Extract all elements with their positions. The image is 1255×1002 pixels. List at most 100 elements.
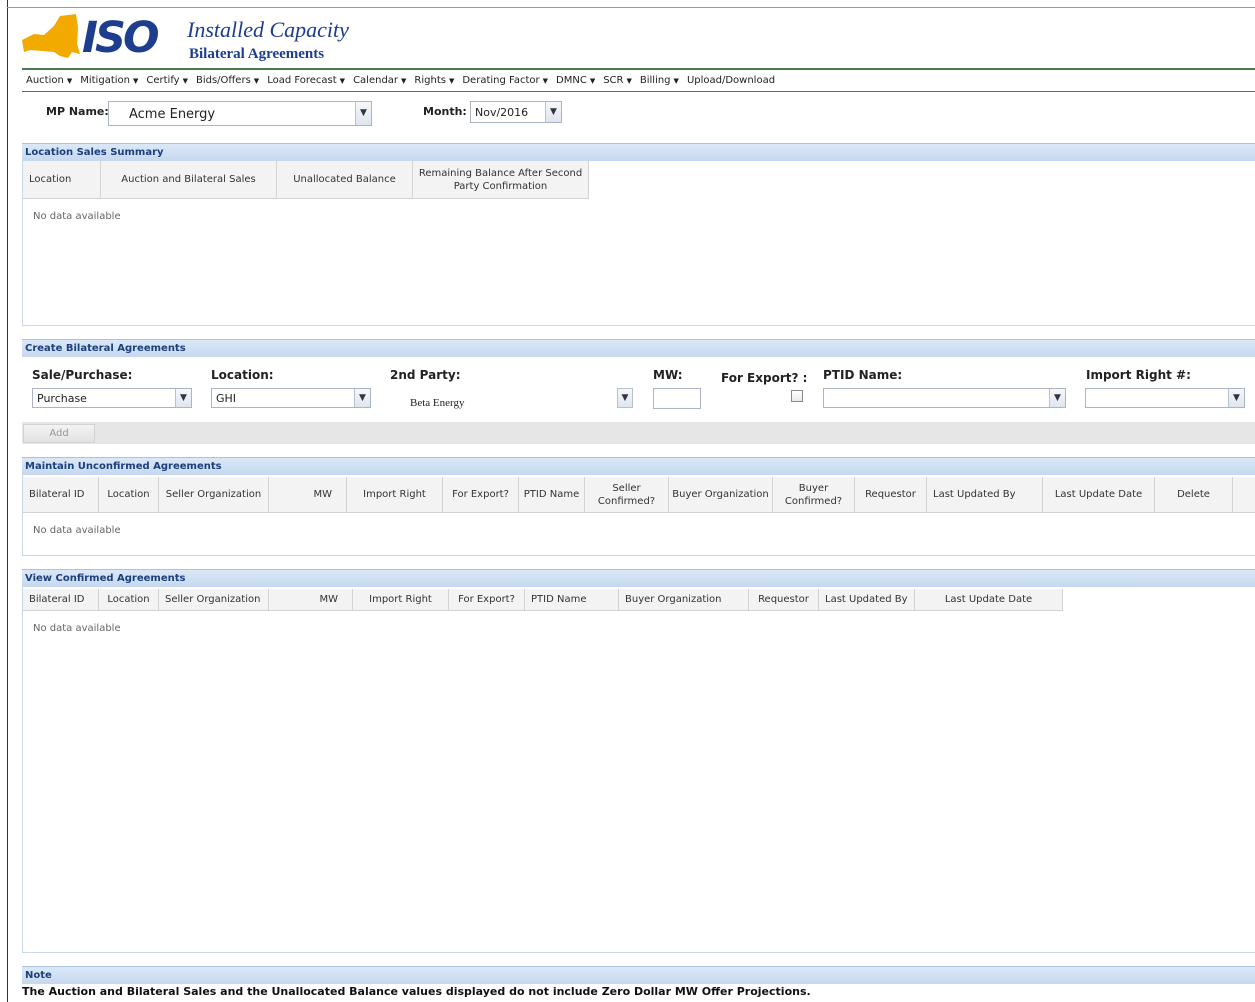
confirmed-grid-header: Bilateral ID Location Seller Organizatio… <box>23 589 1063 611</box>
column-header[interactable]: Last Update Date <box>1043 477 1155 512</box>
month-select[interactable]: Nov/2016 ▼ <box>470 101 562 123</box>
column-header[interactable]: Last Update Date <box>915 589 1063 610</box>
column-header[interactable]: Requestor <box>855 477 927 512</box>
note-header: Note <box>22 966 1255 984</box>
column-header[interactable]: Buyer Confirmed? <box>773 477 855 512</box>
sale-purchase-label: Sale/Purchase: <box>32 368 133 382</box>
empty-state: No data available <box>33 623 121 634</box>
column-header[interactable]: Seller Organization <box>159 477 269 512</box>
month-label: Month: <box>423 105 467 118</box>
create-actions-strip <box>22 422 1255 444</box>
menu-item-label: SCR <box>603 75 624 86</box>
mw-label: MW: <box>653 368 683 382</box>
sale-purchase-value: Purchase <box>37 392 87 405</box>
menu-item-label: Bids/Offers <box>195 75 251 86</box>
mp-name-select[interactable]: Acme Energy ▼ <box>108 101 372 126</box>
menu-item-auction[interactable]: Auction ▼ <box>26 75 72 86</box>
chevron-down-icon[interactable]: ▼ <box>1228 389 1244 407</box>
mp-name-label: MP Name: <box>46 105 109 118</box>
unconfirmed-agreements-header: Maintain Unconfirmed Agreements <box>22 457 1255 475</box>
location-sales-summary-panel: Location Auction and Bilateral Sales Una… <box>22 161 1255 326</box>
menu-item-scr[interactable]: SCR ▼ <box>603 75 632 86</box>
column-header[interactable]: Buyer Organization <box>619 589 749 610</box>
column-header[interactable]: Location <box>99 477 159 512</box>
column-header[interactable]: PTID Name <box>519 477 585 512</box>
location-sales-summary-header: Location Sales Summary <box>22 143 1255 161</box>
column-header[interactable]: Import Right <box>347 477 443 512</box>
location-sales-summary-grid-header: Location Auction and Bilateral Sales Una… <box>23 161 589 199</box>
caret-down-icon: ▼ <box>182 77 188 85</box>
app-title: Installed Capacity <box>187 17 349 42</box>
column-header[interactable]: Auction and Bilateral Sales <box>101 161 277 198</box>
second-party-dropdown[interactable]: ▼ <box>614 388 633 408</box>
chevron-down-icon[interactable]: ▼ <box>545 102 561 122</box>
confirmed-agreements-panel: Bilateral ID Location Seller Organizatio… <box>22 587 1255 953</box>
chevron-down-icon[interactable]: ▼ <box>175 389 191 407</box>
confirmed-agreements-header: View Confirmed Agreements <box>22 569 1255 587</box>
menu-item-load-forecast[interactable]: Load Forecast ▼ <box>267 75 345 86</box>
column-header[interactable]: Last Updated By <box>819 589 915 610</box>
sale-purchase-select[interactable]: Purchase ▼ <box>32 388 192 408</box>
second-party-value[interactable]: Beta Energy <box>410 397 464 409</box>
column-header[interactable]: Unallocated Balance <box>277 161 413 198</box>
menu-item-label: Certify <box>146 75 180 86</box>
column-header[interactable]: Import Right <box>353 589 449 610</box>
second-party-label: 2nd Party: <box>390 368 461 382</box>
column-header-spacer <box>1233 477 1255 512</box>
ptid-name-select[interactable]: ▼ <box>823 388 1066 408</box>
menu-item-mitigation[interactable]: Mitigation ▼ <box>80 75 138 86</box>
menu-item-certify[interactable]: Certify ▼ <box>146 75 188 86</box>
menu-item-label: Rights <box>414 75 446 86</box>
new-york-state-map-icon <box>22 14 80 58</box>
column-header[interactable]: MW <box>269 589 353 610</box>
caret-down-icon: ▼ <box>339 77 346 85</box>
column-header[interactable]: Delete <box>1155 477 1233 512</box>
location-value: GHI <box>216 392 237 405</box>
menu-item-label: Upload/Download <box>686 75 776 86</box>
import-right-select[interactable]: ▼ <box>1085 388 1245 408</box>
menu-item-derating-factor[interactable]: Derating Factor ▼ <box>462 75 548 86</box>
menu-item-upload-download[interactable]: Upload/Download <box>687 75 775 86</box>
column-header[interactable]: PTID Name <box>525 589 619 610</box>
menu-item-rights[interactable]: Rights ▼ <box>414 75 454 86</box>
caret-down-icon: ▼ <box>542 77 549 85</box>
window-top-border <box>7 7 1255 8</box>
month-value: Nov/2016 <box>475 106 529 119</box>
menu-item-label: Auction <box>26 75 64 86</box>
chevron-down-icon[interactable]: ▼ <box>355 102 371 125</box>
column-header[interactable]: MW <box>269 477 347 512</box>
menu-item-label: Derating Factor <box>462 75 540 86</box>
menu-item-dmnc[interactable]: DMNC ▼ <box>556 75 595 86</box>
column-header[interactable]: Bilateral ID <box>23 589 99 610</box>
caret-down-icon: ▼ <box>253 77 260 85</box>
column-header[interactable]: Remaining Balance After Second Party Con… <box>413 161 589 198</box>
column-header[interactable]: Seller Confirmed? <box>585 477 669 512</box>
create-bilateral-agreements-header: Create Bilateral Agreements <box>22 339 1255 357</box>
menu-item-label: Calendar <box>353 75 399 86</box>
column-header[interactable]: Location <box>23 161 101 198</box>
chevron-down-icon[interactable]: ▼ <box>617 388 633 408</box>
add-button[interactable]: Add <box>23 424 95 443</box>
for-export-checkbox[interactable] <box>791 390 803 402</box>
column-header[interactable]: Seller Organization <box>159 589 269 610</box>
chevron-down-icon[interactable]: ▼ <box>1049 389 1065 407</box>
column-header[interactable]: Bilateral ID <box>23 477 99 512</box>
mw-input[interactable] <box>653 388 701 409</box>
menu-item-bids-offers[interactable]: Bids/Offers ▼ <box>196 75 259 86</box>
chevron-down-icon[interactable]: ▼ <box>354 389 370 407</box>
menu-item-billing[interactable]: Billing ▼ <box>640 75 679 86</box>
column-header[interactable]: Last Updated By <box>927 477 1043 512</box>
menu-item-label: Mitigation <box>80 75 130 86</box>
column-header[interactable]: Requestor <box>749 589 819 610</box>
column-header[interactable]: For Export? <box>449 589 525 610</box>
location-select[interactable]: GHI ▼ <box>211 388 371 408</box>
mp-name-value: Acme Energy <box>129 107 216 122</box>
menu-item-calendar[interactable]: Calendar ▼ <box>353 75 406 86</box>
column-header[interactable]: For Export? <box>443 477 519 512</box>
column-header[interactable]: Location <box>99 589 159 610</box>
for-export-label: For Export? : <box>721 371 808 385</box>
unconfirmed-grid-header: Bilateral ID Location Seller Organizatio… <box>23 477 1255 513</box>
caret-down-icon: ▼ <box>589 77 596 85</box>
column-header[interactable]: Buyer Organization <box>669 477 773 512</box>
menu-item-label: DMNC <box>556 75 587 86</box>
